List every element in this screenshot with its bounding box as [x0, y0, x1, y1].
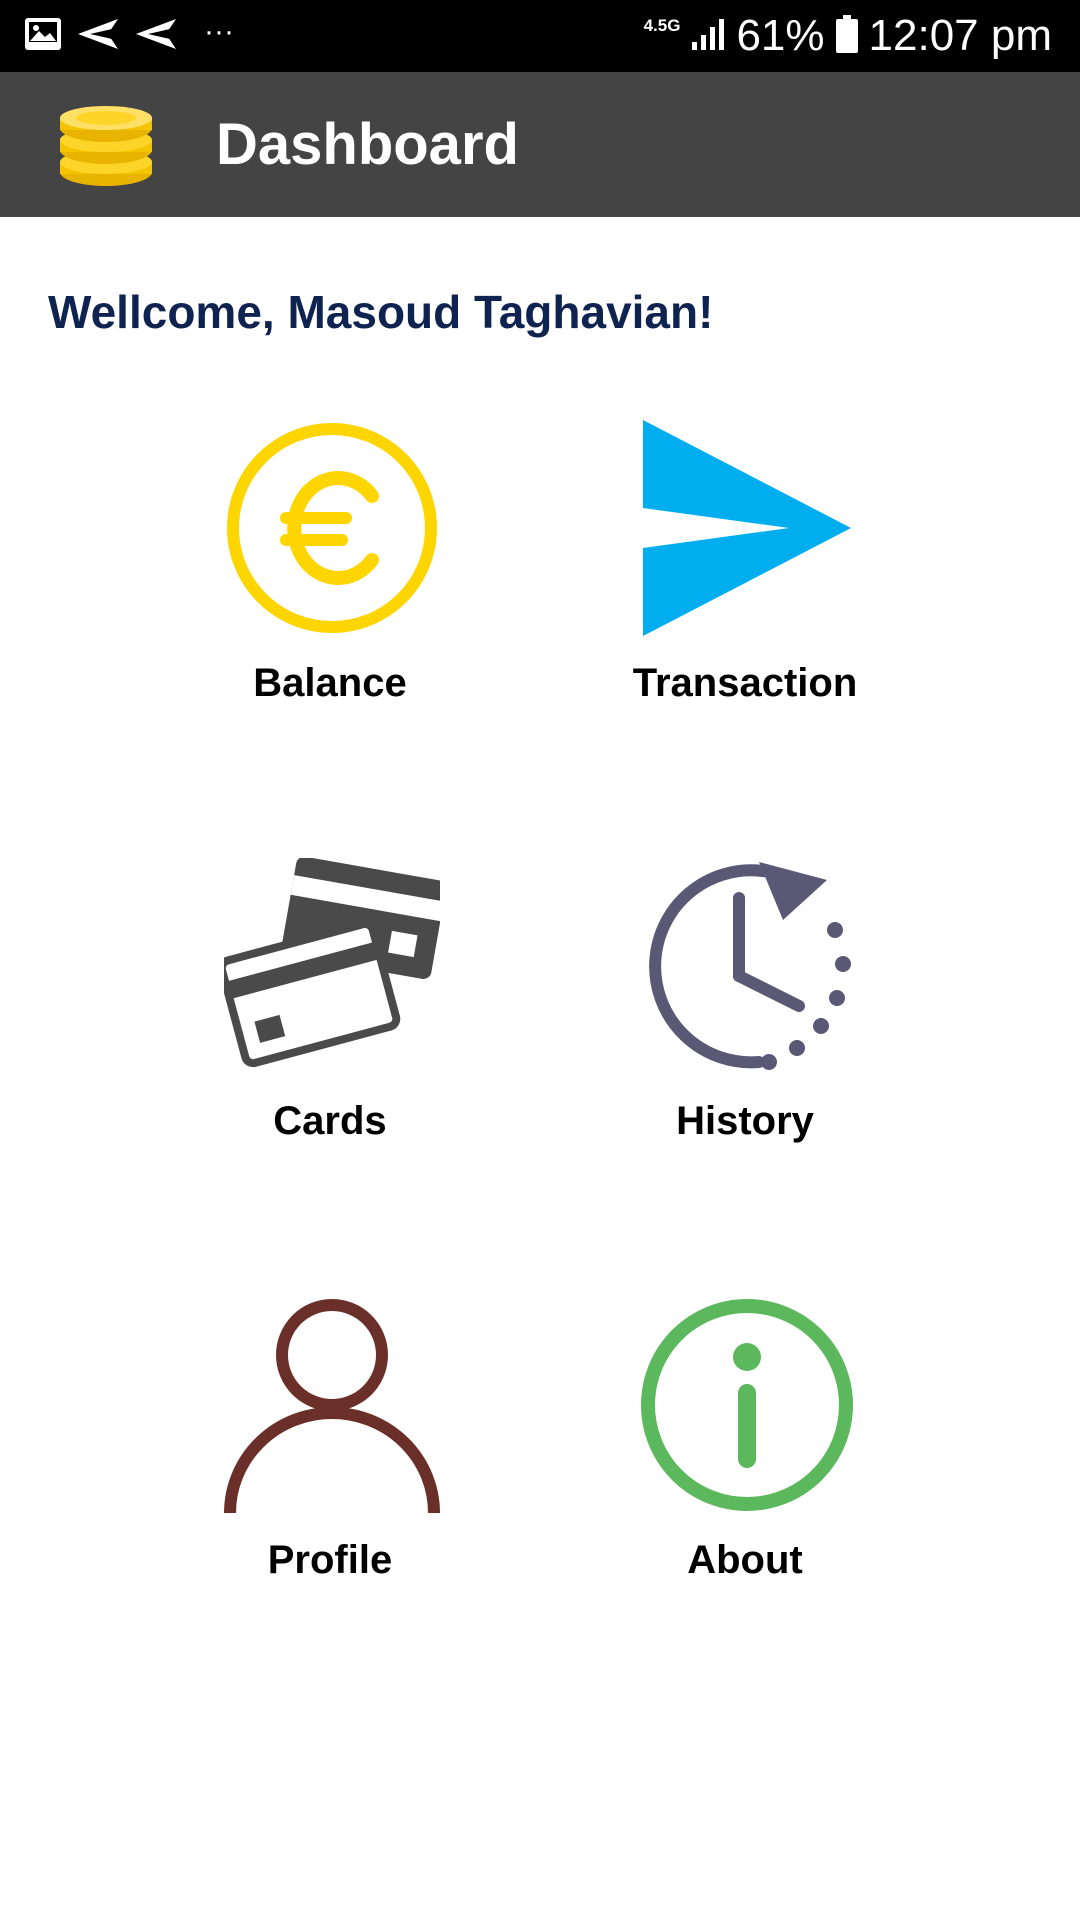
page-title: Dashboard	[216, 112, 519, 177]
transaction-label: Transaction	[632, 661, 858, 705]
info-icon	[639, 1297, 855, 1513]
user-icon	[224, 1297, 440, 1514]
battery-percent: 61%	[736, 11, 825, 60]
send-arrow-icon	[639, 420, 855, 636]
status-bar-notifications: ···	[24, 15, 234, 56]
clock: 12:07 pm	[868, 11, 1052, 60]
send-icon	[76, 17, 120, 56]
send-icon	[134, 17, 178, 56]
status-bar-system: 4.5G 61% 12:07 pm	[644, 8, 1052, 64]
credit-cards-icon	[217, 856, 447, 1074]
cards-label: Cards	[273, 1099, 387, 1143]
profile-tile[interactable]: Profile	[120, 1297, 540, 1627]
history-clock-icon	[639, 858, 855, 1074]
history-label: History	[676, 1099, 814, 1143]
image-icon	[24, 17, 62, 56]
signal-icon	[690, 16, 726, 57]
euro-coin-icon	[224, 420, 440, 636]
about-tile[interactable]: About	[535, 1297, 955, 1627]
transaction-tile[interactable]: Transaction	[535, 420, 955, 750]
more-icon: ···	[204, 15, 234, 48]
balance-label: Balance	[253, 661, 407, 705]
status-bar: ··· 4.5G 61% 12:07 pm	[0, 0, 1080, 72]
coins-icon	[56, 98, 156, 192]
history-tile[interactable]: History	[535, 858, 955, 1188]
about-label: About	[687, 1538, 803, 1582]
app-bar: Dashboard	[0, 72, 1080, 217]
battery-icon	[835, 14, 859, 59]
balance-tile[interactable]: Balance	[120, 420, 540, 750]
profile-label: Profile	[267, 1538, 393, 1582]
welcome-message: Wellcome, Masoud Taghavian!	[48, 286, 714, 338]
cards-tile[interactable]: Cards	[120, 856, 540, 1188]
network-type: 4.5G	[643, 16, 681, 35]
